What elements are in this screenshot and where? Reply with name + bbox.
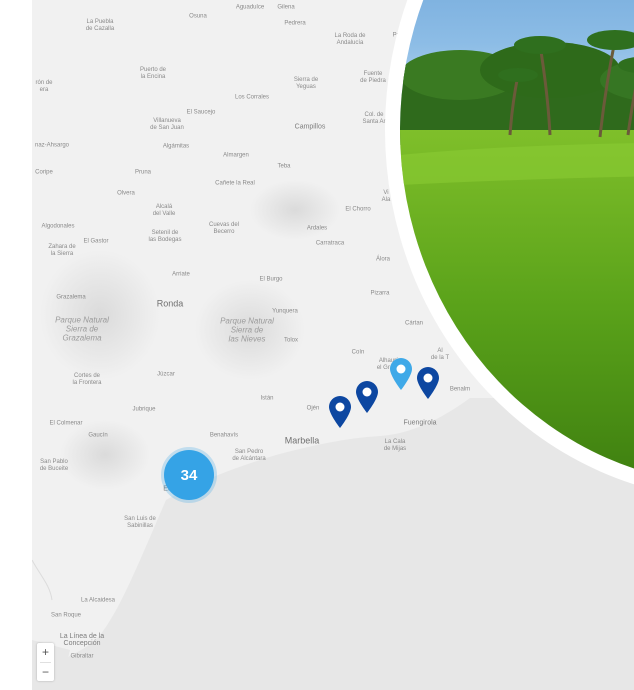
place-label: Puerto de la Encina (139, 67, 167, 80)
place-label: Col. de Santa Ar (362, 112, 386, 125)
place-label: Alcalá del Valle (152, 204, 176, 217)
place-label: Cuevas del Becerro (208, 222, 240, 235)
place-label: Ojén (306, 405, 320, 412)
left-page-strip (0, 0, 32, 690)
place-label: Yunquera (272, 308, 298, 315)
place-label: San Roque (50, 612, 82, 619)
zoom-control: + − (37, 643, 54, 681)
place-label: Osuna (189, 13, 207, 20)
place-label: El Burgo (259, 276, 283, 283)
place-label: El Saucejo (186, 109, 216, 116)
place-label: Grazalema (56, 294, 86, 301)
place-label: Benahavís (209, 432, 239, 439)
zoom-out-button[interactable]: − (37, 663, 54, 682)
terrain-shade (60, 420, 150, 490)
place-label: Benalm (449, 386, 471, 393)
place-label: Teba (277, 163, 291, 170)
place-label: Cártan (404, 320, 424, 327)
place-label: Villanueva de San Juan (150, 118, 184, 131)
zoom-in-button[interactable]: + (37, 643, 54, 662)
place-label: Cortes de la Frontera (72, 373, 102, 386)
place-label: Pedrera (284, 20, 306, 27)
park-label: Parque Natural Sierra de las Nieves (220, 316, 274, 344)
place-label: Tolox (283, 337, 299, 344)
place-label: Coripe (35, 169, 53, 176)
place-label: La Cala de Mijas (383, 439, 407, 452)
place-label: naz-Ahsargo (34, 142, 70, 149)
place-label: Campillos (294, 123, 326, 131)
place-label: La Línea de la Concepción (59, 633, 105, 647)
place-label: Jubrique (132, 406, 156, 413)
place-label: rón de era (35, 80, 53, 93)
place-label: San Pablo de Buceite (39, 459, 69, 472)
place-label: Gibraltar (70, 653, 94, 660)
place-label: El Chorro (345, 206, 371, 213)
place-label: La Alcaidesa (80, 597, 116, 604)
map-canvas[interactable]: La Puebla de Cazalla Osuna Aguadulce Gilena… (0, 0, 634, 690)
location-pin[interactable] (416, 366, 440, 400)
location-pin[interactable] (328, 395, 352, 429)
cluster-count: 34 (180, 466, 198, 484)
place-label: La Roda de Andalucía (334, 33, 366, 46)
place-label: Pruna (134, 169, 152, 176)
place-label: Los Corrales (234, 94, 270, 101)
place-label: Álora (375, 256, 391, 263)
place-label: Arriate (172, 271, 190, 278)
place-label: La Puebla de Cazalla (85, 19, 115, 32)
place-label: Sierra de Yeguas (293, 77, 319, 90)
place-label: Fuengirola (403, 419, 437, 427)
place-label: Gaucín (88, 432, 108, 439)
place-label: San Luis de Sabinillas (124, 516, 156, 529)
cluster-marker[interactable]: 34 (164, 450, 214, 500)
place-label: Carratraca (315, 240, 345, 247)
place-label: El Colmenar (49, 420, 83, 427)
place-label: Júzcar (157, 371, 175, 378)
place-label: Ronda (156, 298, 184, 309)
place-label: Pizarra (370, 290, 390, 297)
place-label: Algámitas (162, 143, 190, 150)
place-label: Coín (351, 349, 365, 356)
place-label: Setenil de las Bodegas (148, 230, 182, 243)
place-label: Olvera (117, 190, 135, 197)
location-pin[interactable] (355, 380, 379, 414)
place-label: Zahara de la Sierra (48, 244, 76, 257)
place-label: Marbella (284, 435, 320, 446)
place-label: Ardales (306, 225, 328, 232)
place-label: San Pedro de Alcántara (232, 449, 266, 462)
place-label: Algodonales (41, 223, 75, 230)
place-label: El Gastor (83, 238, 109, 245)
location-pin-highlighted[interactable] (389, 357, 413, 391)
place-label: Istán (260, 395, 274, 402)
place-label: Cañete la Real (215, 180, 255, 187)
place-label: Fuente de Piedra (360, 71, 386, 84)
place-label: Al de la T (430, 348, 450, 361)
place-label: Gilena (277, 4, 295, 11)
place-label: Almargen (223, 152, 249, 159)
place-label: Aguadulce (235, 4, 265, 11)
park-label: Parque Natural Sierra de Grazalema (55, 315, 109, 343)
